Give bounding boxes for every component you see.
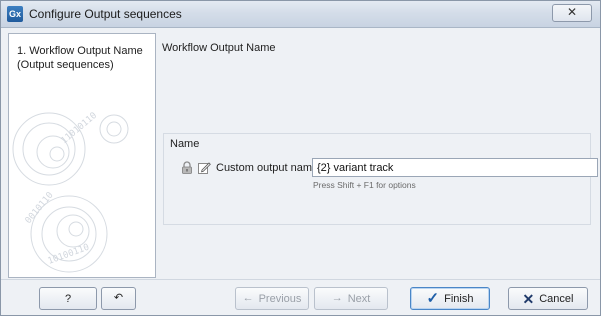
custom-output-name-label: Custom output name <box>216 162 319 174</box>
decorative-spiral-graphic: 11010110 0010110 10100110 <box>12 111 129 273</box>
page-heading: Workflow Output Name <box>162 42 276 54</box>
next-button[interactable]: → Next <box>314 287 388 310</box>
help-icon: ? <box>64 292 72 305</box>
content-panel: Workflow Output Name Name Custom output … <box>158 33 598 278</box>
finish-label: Finish <box>444 292 474 305</box>
arrow-right-icon: → <box>331 292 343 304</box>
close-button[interactable]: ✕ <box>552 4 592 22</box>
dialog-window: Gx Configure Output sequences ✕ 1. Workf… <box>0 0 601 316</box>
step-item-workflow-output-name[interactable]: 1. Workflow Output Name (Output sequence… <box>17 44 152 72</box>
app-icon: Gx <box>7 6 23 22</box>
lock-icon[interactable] <box>181 161 193 174</box>
options-hint: Press Shift + F1 for options <box>313 180 416 190</box>
cancel-x-icon: ✕ <box>522 290 535 307</box>
arrow-left-icon: ← <box>242 292 254 304</box>
wizard-steps-panel: 1. Workflow Output Name (Output sequence… <box>8 33 156 278</box>
title-bar[interactable]: Gx Configure Output sequences ✕ <box>1 1 600 28</box>
button-bar: ? ↶ ← Previous → Next ✓ Finish ✕ Cancel <box>1 283 600 315</box>
previous-button[interactable]: ← Previous <box>235 287 309 310</box>
checkmark-icon: ✓ <box>426 290 440 307</box>
reset-icon: ↶ <box>113 292 124 304</box>
cancel-label: Cancel <box>539 292 574 305</box>
edit-icon[interactable] <box>198 161 211 174</box>
next-label: Next <box>347 292 371 305</box>
svg-text:0010110: 0010110 <box>24 190 56 225</box>
window-title: Configure Output sequences <box>29 7 182 21</box>
close-icon: ✕ <box>566 5 578 19</box>
group-title: Name <box>170 138 200 150</box>
help-button[interactable]: ? <box>39 287 97 310</box>
reset-button[interactable]: ↶ <box>101 287 136 310</box>
custom-output-name-input[interactable] <box>312 158 598 177</box>
divider <box>1 279 600 280</box>
cancel-button[interactable]: ✕ Cancel <box>508 287 588 310</box>
previous-label: Previous <box>258 292 302 305</box>
finish-button[interactable]: ✓ Finish <box>410 287 490 310</box>
name-group: Name Custom output name Press Shift + F1… <box>163 133 598 225</box>
